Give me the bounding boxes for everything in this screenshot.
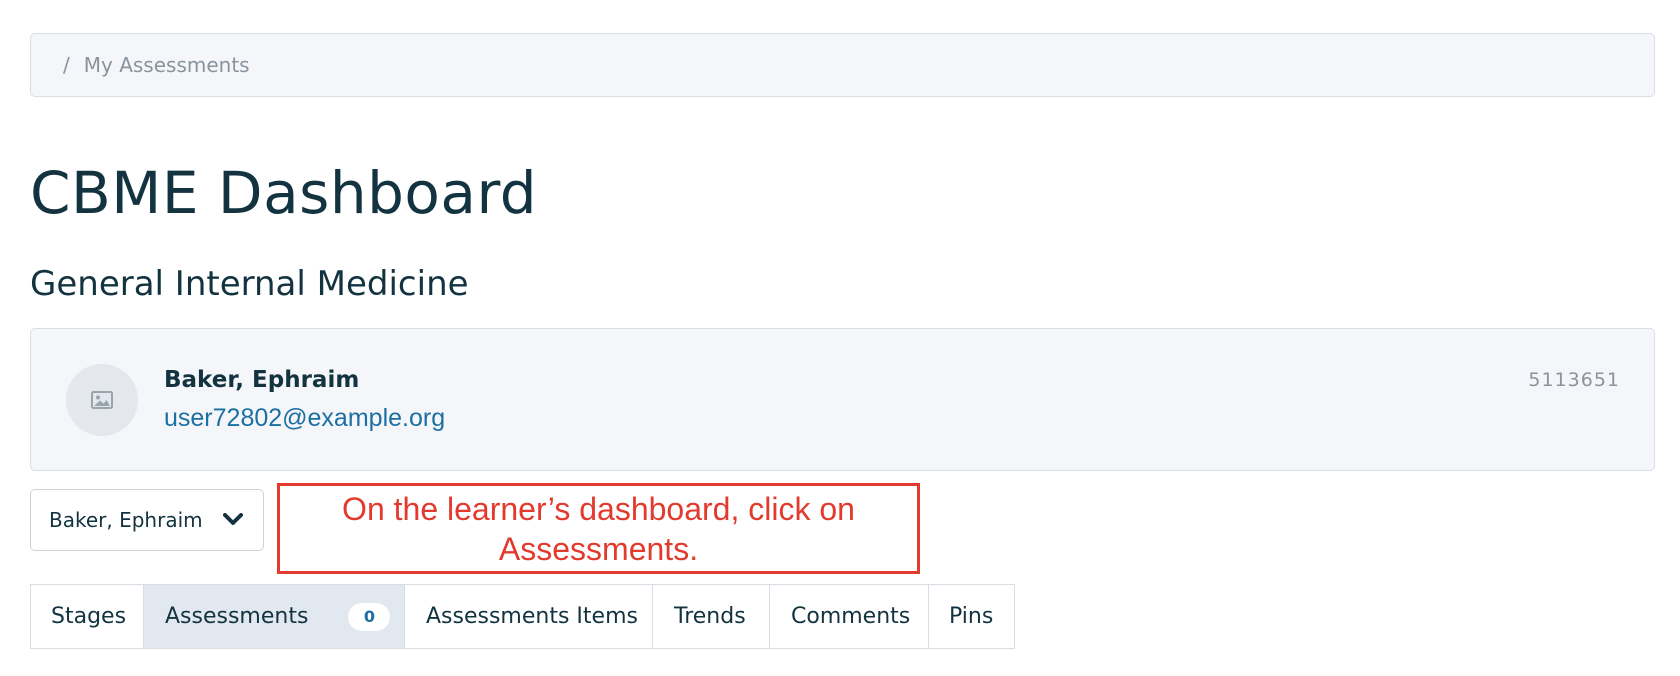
learner-card: Baker, Ephraim user72802@example.org 511… [30, 328, 1655, 471]
dashboard-tabs: Stages Assessments 0 Assessments Items T… [30, 584, 1015, 649]
tab-label: Pins [949, 604, 994, 629]
tab-comments[interactable]: Comments [770, 585, 929, 648]
avatar [66, 364, 138, 436]
course-subtitle: General Internal Medicine [30, 264, 469, 304]
learner-email-link[interactable]: user72802@example.org [164, 404, 445, 433]
tab-label: Comments [791, 604, 911, 629]
tab-trends[interactable]: Trends [653, 585, 770, 648]
breadcrumb-separator: / [63, 53, 70, 77]
breadcrumb: / My Assessments [30, 33, 1655, 97]
tab-label: Assessments Items [426, 604, 638, 629]
tab-assessments-items[interactable]: Assessments Items [405, 585, 653, 648]
tab-pins[interactable]: Pins [929, 585, 1014, 648]
instruction-callout: On the learner’s dashboard, click on Ass… [277, 483, 920, 574]
chevron-down-icon [223, 513, 243, 525]
image-placeholder-icon [91, 391, 113, 409]
page: / My Assessments CBME Dashboard General … [0, 0, 1680, 676]
assessments-count-badge: 0 [348, 602, 391, 631]
tab-assessments[interactable]: Assessments 0 [144, 585, 405, 648]
tab-stages[interactable]: Stages [31, 585, 144, 648]
breadcrumb-current[interactable]: My Assessments [84, 53, 250, 77]
tab-label: Stages [51, 604, 127, 629]
tab-label: Assessments [165, 604, 309, 629]
learner-select-dropdown[interactable]: Baker, Ephraim [30, 489, 264, 551]
learner-number: 5113651 [1528, 369, 1620, 391]
learner-name: Baker, Ephraim [164, 367, 360, 393]
tab-label: Trends [674, 604, 746, 629]
page-title: CBME Dashboard [30, 159, 538, 227]
learner-select-value: Baker, Ephraim [49, 508, 203, 532]
